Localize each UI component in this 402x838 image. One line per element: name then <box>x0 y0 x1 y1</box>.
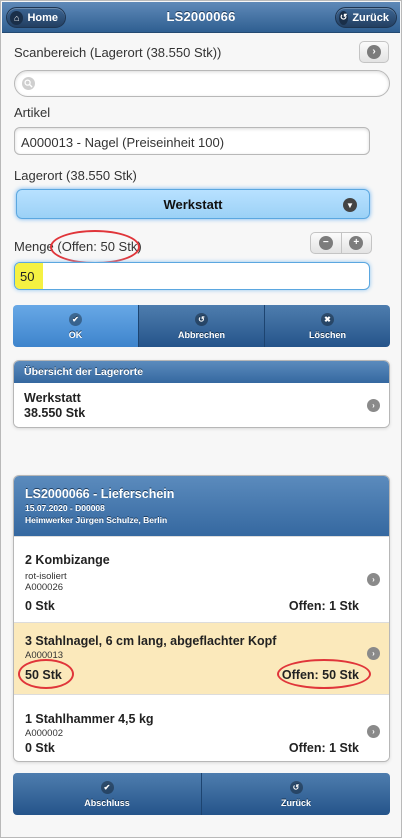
chevron-right-icon: › <box>367 647 380 660</box>
quantity-label: Menge (Offen: 50 Stk) <box>14 239 142 254</box>
back-icon: ↺ <box>339 10 349 25</box>
item-qty: 50 Stk <box>25 668 62 682</box>
delete-label: Löschen <box>308 329 346 340</box>
list-item[interactable]: 2 Kombizange rot-isoliert A000026 0 Stk … <box>14 536 389 622</box>
delivery-date: 15.07.2020 - D00008 <box>25 503 105 513</box>
delivery-customer: Heimwerker Jürgen Schulze, Berlin <box>25 515 168 525</box>
scan-input[interactable] <box>14 70 390 97</box>
quantity-input[interactable]: 50 <box>14 262 370 290</box>
location-label: Lagerort (38.550 Stk) <box>14 168 137 183</box>
undo-icon: ↺ <box>195 312 208 326</box>
quantity-value: 50 <box>15 263 43 289</box>
app-frame: ⌂ Home LS2000066 ↺ Zurück Scanbereich (L… <box>0 0 402 838</box>
ok-label: OK <box>68 329 83 340</box>
undo-icon: ↺ <box>289 780 303 794</box>
item-name: 3 Stahlnagel, 6 cm lang, abgeflachter Ko… <box>25 634 277 648</box>
item-code: A000026 <box>25 582 64 593</box>
footer-back-button[interactable]: ↺ Zurück <box>202 773 390 815</box>
item-open: Offen: 1 Stk <box>288 741 359 755</box>
delivery-header: LS2000066 - Lieferschein 15.07.2020 - D0… <box>14 476 389 536</box>
location-select[interactable]: Werkstatt ▼ <box>16 189 370 219</box>
overview-title: Übersicht der Lagerorte <box>14 361 389 383</box>
chevron-right-icon: › <box>367 45 381 59</box>
delivery-title: LS2000066 - Lieferschein <box>25 487 175 501</box>
cancel-button[interactable]: ↺ Abbrechen <box>139 305 265 347</box>
header-bar: ⌂ Home LS2000066 ↺ Zurück <box>2 2 400 33</box>
chevron-right-icon: › <box>367 399 380 412</box>
item-open: Offen: 1 Stk <box>288 599 359 613</box>
item-code: A000013 <box>25 650 64 661</box>
finish-button[interactable]: ✔ Abschluss <box>13 773 202 815</box>
overview-item-qty: 38.550 Stk <box>24 406 86 420</box>
delete-button[interactable]: ✖ Löschen <box>265 305 390 347</box>
article-label: Artikel <box>14 105 51 120</box>
overview-item-werkstatt[interactable]: Werkstatt 38.550 Stk › <box>14 383 389 427</box>
item-name: 2 Kombizange <box>25 553 110 567</box>
minus-icon: − <box>318 236 333 250</box>
item-name: 1 Stahlhammer 4,5 kg <box>25 712 154 726</box>
quantity-open-text: (Offen: 50 Stk) <box>57 239 142 254</box>
finish-label: Abschluss <box>84 797 130 808</box>
item-code: A000002 <box>25 728 64 739</box>
location-selected: Werkstatt <box>163 196 223 212</box>
chevron-down-icon: ▼ <box>343 198 357 212</box>
decrement-button[interactable]: − <box>311 233 342 253</box>
scan-label: Scanbereich (Lagerort (38.550 Stk)) <box>14 45 222 60</box>
article-field[interactable]: A000013 - Nagel (Preiseinheit 100) <box>14 127 370 155</box>
search-icon <box>22 77 35 90</box>
check-icon: ✔ <box>100 780 114 794</box>
overview-item-name: Werkstatt <box>24 391 81 405</box>
back-label: Zurück <box>352 11 389 24</box>
delivery-panel: LS2000066 - Lieferschein 15.07.2020 - D0… <box>13 475 390 762</box>
item-open: Offen: 50 Stk <box>281 668 359 682</box>
footer-back-label: Zurück <box>280 797 311 808</box>
item-detail: rot-isoliert <box>25 571 67 582</box>
x-icon: ✖ <box>321 312 334 326</box>
action-bar: ✔ OK ↺ Abbrechen ✖ Löschen <box>13 305 390 347</box>
overview-panel: Übersicht der Lagerorte Werkstatt 38.550… <box>13 360 390 428</box>
item-qty: 0 Stk <box>25 599 55 613</box>
list-item[interactable]: 1 Stahlhammer 4,5 kg A000002 0 Stk Offen… <box>14 694 389 761</box>
item-qty: 0 Stk <box>25 741 55 755</box>
plus-icon: + <box>349 236 364 250</box>
ok-button[interactable]: ✔ OK <box>13 305 139 347</box>
quantity-label-text: Menge <box>14 239 54 254</box>
back-button[interactable]: ↺ Zurück <box>335 7 397 28</box>
chevron-right-icon: › <box>367 573 380 586</box>
cancel-label: Abbrechen <box>177 329 225 340</box>
article-value: A000013 - Nagel (Preiseinheit 100) <box>21 135 225 150</box>
check-icon: ✔ <box>69 312 82 326</box>
scan-go-button[interactable]: › <box>359 41 389 63</box>
list-item-highlighted[interactable]: 3 Stahlnagel, 6 cm lang, abgeflachter Ko… <box>14 622 389 694</box>
footer-bar: ✔ Abschluss ↺ Zurück <box>13 773 390 815</box>
increment-button[interactable]: + <box>342 233 372 253</box>
quantity-stepper[interactable]: − + <box>310 232 372 254</box>
chevron-right-icon: › <box>367 725 380 738</box>
